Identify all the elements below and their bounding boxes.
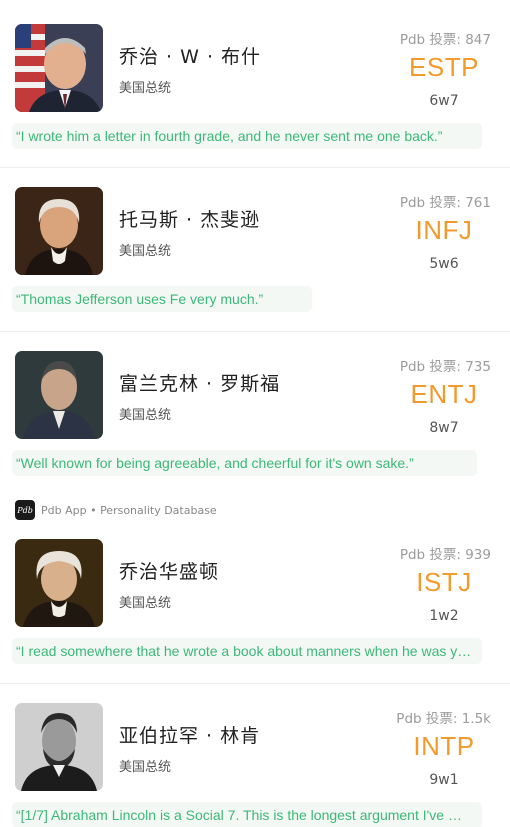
person-name: 托马斯 · 杰斐逊 [119,209,261,231]
person-name: 富兰克林 · 罗斯福 [119,373,281,395]
vote-count: Pdb 投票: 939 [399,547,491,563]
portrait-photo-icon [15,539,103,627]
top-comment[interactable]: “Thomas Jefferson uses Fe very much.” [12,286,312,312]
person-name: 乔治 · W · 布什 [119,46,262,68]
portrait-photo-icon [15,24,103,112]
top-comment[interactable]: “I wrote him a letter in fourth grade, a… [12,123,482,149]
mbti-type: INFJ [415,215,473,245]
profile-card[interactable]: 亚伯拉罕 · 林肯 美国总统 Pdb 投票: 1.5k INTP 9w1 “[1… [0,683,510,827]
mbti-type: INTP [413,731,475,761]
avatar[interactable] [15,351,103,439]
person-category: 美国总统 [119,81,172,96]
person-category: 美国总统 [119,596,172,611]
enneagram-type: 6w7 [429,93,459,109]
profile-card[interactable]: 乔治华盛顿 美国总统 Pdb 投票: 939 ISTJ 1w2 “I read … [0,519,510,682]
vote-count: Pdb 投票: 735 [399,359,491,375]
person-name: 亚伯拉罕 · 林肯 [119,725,261,747]
profile-card[interactable]: 托马斯 · 杰斐逊 美国总统 Pdb 投票: 761 INFJ 5w6 “Tho… [0,167,510,330]
person-category: 美国总统 [119,244,172,259]
person-name: 乔治华盛顿 [119,561,220,583]
avatar[interactable] [15,24,103,112]
vote-count: Pdb 投票: 1.5k [396,711,491,727]
mbti-type: ESTP [409,52,479,82]
portrait-photo-icon [15,187,103,275]
person-category: 美国总统 [119,408,172,423]
avatar[interactable] [15,187,103,275]
profile-card[interactable]: 富兰克林 · 罗斯福 美国总统 Pdb 投票: 735 ENTJ 8w7 “We… [0,331,510,494]
vote-count: Pdb 投票: 761 [399,195,491,211]
portrait-photo-icon [15,703,103,791]
top-comment[interactable]: “I read somewhere that he wrote a book a… [12,638,482,664]
enneagram-type: 8w7 [429,420,459,436]
top-comment[interactable]: “Well known for being agreeable, and che… [12,450,477,476]
portrait-photo-icon [15,351,103,439]
ad-text: Pdb App • Personality Database [41,503,217,517]
avatar[interactable] [15,703,103,791]
mbti-type: ENTJ [410,379,478,409]
vote-count: Pdb 投票: 847 [399,32,491,48]
enneagram-type: 1w2 [429,608,459,624]
person-category: 美国总统 [119,760,172,775]
pdb-logo-icon: Pdb [15,500,35,520]
enneagram-type: 9w1 [429,772,459,788]
ad-label[interactable]: Pdb Pdb App • Personality Database [15,500,217,520]
profile-list: 乔治 · W · 布什 美国总统 Pdb 投票: 847 ESTP 6w7 “I… [0,0,510,827]
avatar[interactable] [15,539,103,627]
top-comment[interactable]: “[1/7] Abraham Lincoln is a Social 7. Th… [12,802,482,827]
profile-card[interactable]: 乔治 · W · 布什 美国总统 Pdb 投票: 847 ESTP 6w7 “I… [0,4,510,167]
enneagram-type: 5w6 [429,256,459,272]
mbti-type: ISTJ [416,567,472,597]
